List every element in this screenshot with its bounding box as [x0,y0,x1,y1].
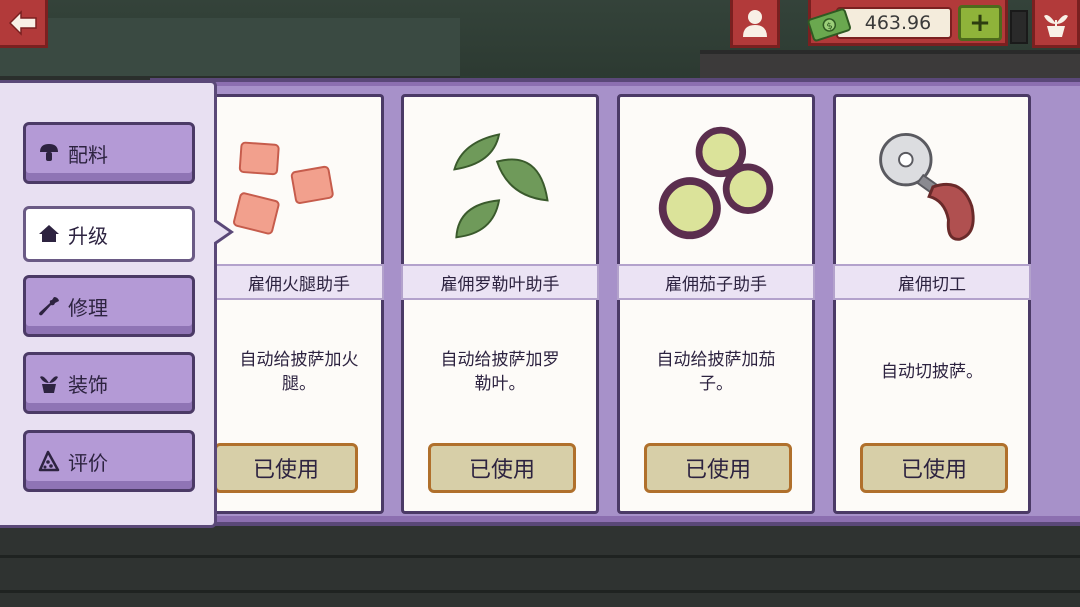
profile-icon [743,9,767,37]
upgrade-card-basil: 雇佣罗勒叶助手 自动给披萨加罗 勒叶。 已使用 [401,94,599,514]
add-money-button[interactable]: + [958,5,1002,41]
card-description: 自动给披萨加火 腿。 [227,337,371,407]
tab-reviews[interactable]: 评价 [23,430,195,492]
level-meter [1010,10,1028,44]
sidebar-pointer [213,221,229,243]
mushroom-icon [38,142,60,164]
tab-repair[interactable]: 修理 [23,275,195,337]
pizza-slice-icon [38,450,60,472]
upgrade-card-ham: 雇佣火腿助手 自动给披萨加火 腿。 已使用 [214,94,384,514]
card-description-line: 自动给披萨加火 [239,350,359,370]
tab-label: 评价 [68,450,108,475]
money-amount: 463.96 [836,7,952,39]
ham-cubes-illustration [233,141,334,235]
plant-button[interactable] [1032,0,1080,48]
eggplant-slices-illustration [658,126,774,240]
card-description: 自动给披萨加罗 勒叶。 [414,337,586,407]
card-description-line: 自动给披萨加罗 [440,350,560,370]
card-description: 自动切披萨。 [846,337,1018,407]
background-roof [0,18,460,80]
card-description-line: 自动切披萨。 [881,362,983,382]
tab-label: 修理 [68,295,108,320]
plant-icon [1044,14,1068,37]
upgrade-card-cutter: 雇佣切工 自动切披萨。 已使用 [833,94,1031,514]
used-button[interactable]: 已使用 [860,443,1008,493]
used-button[interactable]: 已使用 [428,443,576,493]
tab-ingredients[interactable]: 配料 [23,122,195,184]
basil-leaves-illustration [453,133,549,239]
tab-label: 升级 [68,223,108,248]
tab-label: 装饰 [68,372,108,397]
floor-line [0,590,1080,593]
back-button[interactable] [0,0,48,48]
card-title: 雇佣火腿助手 [214,264,384,300]
tab-label: 配料 [68,142,108,167]
upgrade-card-eggplant: 雇佣茄子助手 自动给披萨加茄 子。 已使用 [617,94,815,514]
tab-upgrades[interactable]: 升级 [23,206,195,262]
used-button[interactable]: 已使用 [644,443,792,493]
back-arrow-icon [8,9,37,36]
floor-line [0,555,1080,558]
money-bill-icon: $ [807,8,851,42]
card-description-line: 勒叶。 [474,374,526,394]
wrench-icon [38,295,60,317]
pizza-cutter-illustration [879,133,975,241]
used-button[interactable]: 已使用 [214,443,358,493]
card-description-line: 自动给披萨加茄 [656,350,776,370]
background-floor [0,520,1080,607]
home-icon [38,223,60,245]
card-title: 雇佣茄子助手 [617,264,815,300]
card-description-line: 子。 [699,374,733,394]
profile-button[interactable] [730,0,780,48]
plant-pot-icon [38,372,60,394]
card-title: 雇佣罗勒叶助手 [401,264,599,300]
card-description-line: 腿。 [282,374,316,394]
card-title: 雇佣切工 [833,264,1031,300]
tab-decorations[interactable]: 装饰 [23,352,195,414]
card-description: 自动给披萨加茄 子。 [630,337,802,407]
